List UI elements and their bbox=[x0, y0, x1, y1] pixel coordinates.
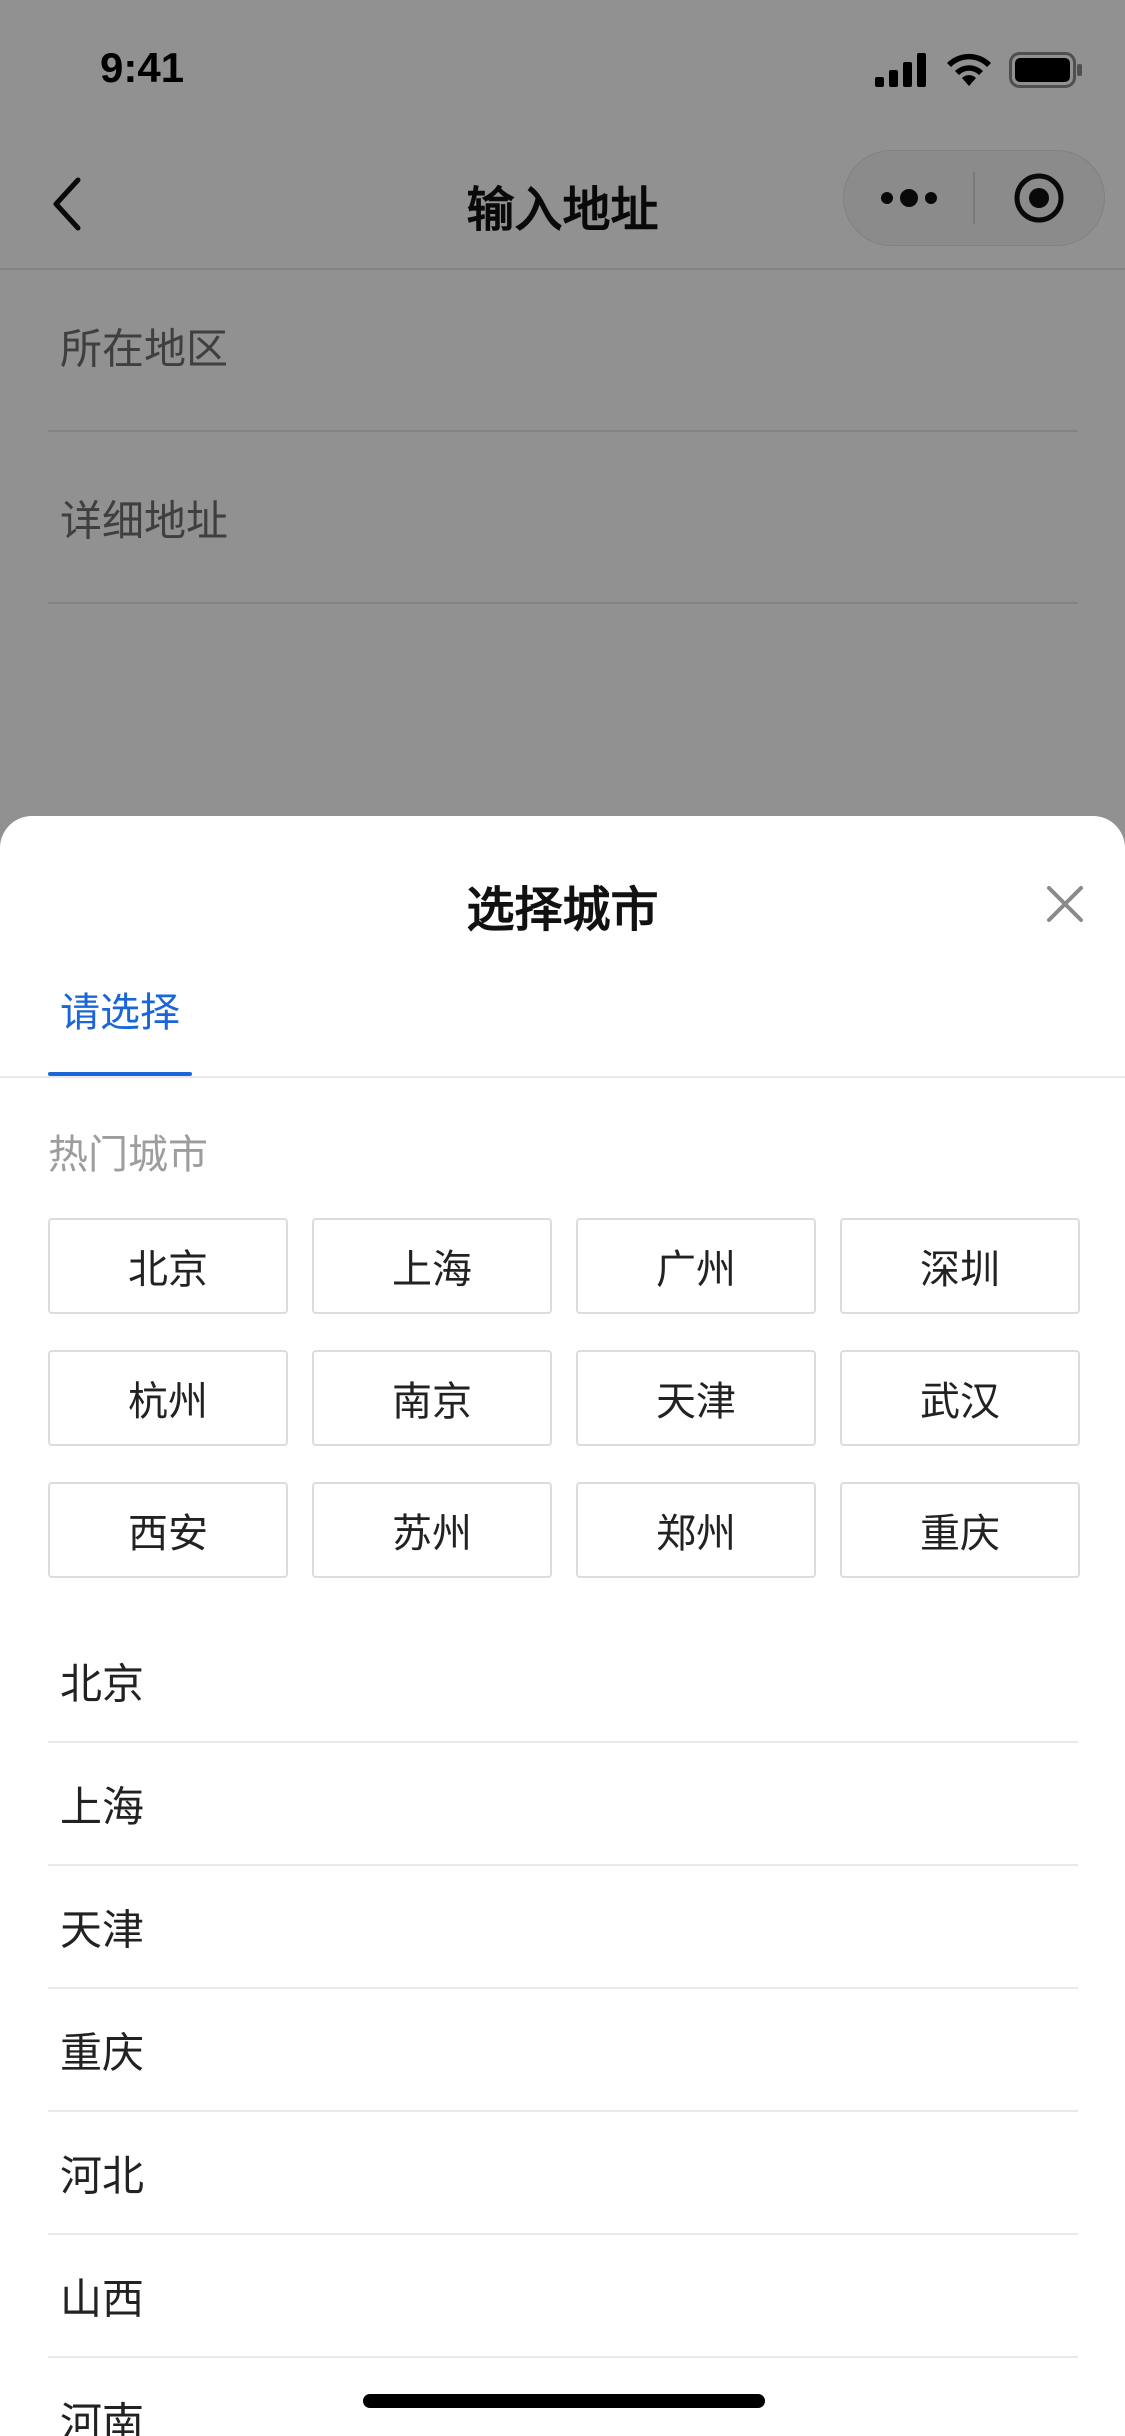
sheet-title: 选择城市 bbox=[466, 882, 659, 938]
hot-city-button[interactable]: 上海 bbox=[312, 1218, 552, 1314]
region-label: 河南 bbox=[60, 2398, 145, 2436]
tab-label: 请选择 bbox=[60, 990, 180, 1036]
hot-city-button[interactable]: 北京 bbox=[48, 1218, 288, 1314]
region-label: 上海 bbox=[60, 1782, 145, 1831]
hot-cities-title: 热门城市 bbox=[48, 1132, 208, 1178]
tabs-divider bbox=[0, 1076, 1125, 1078]
region-list-item[interactable]: 山西 bbox=[48, 2235, 1078, 2358]
hot-city-button[interactable]: 广州 bbox=[576, 1218, 816, 1314]
region-list-item[interactable]: 天津 bbox=[48, 1866, 1078, 1989]
region-list-item[interactable]: 重庆 bbox=[48, 1989, 1078, 2112]
hot-city-button[interactable]: 杭州 bbox=[48, 1350, 288, 1446]
hot-city-button[interactable]: 苏州 bbox=[312, 1482, 552, 1578]
region-label: 重庆 bbox=[60, 2028, 145, 2077]
hot-city-button[interactable]: 南京 bbox=[312, 1350, 552, 1446]
hot-city-button[interactable]: 深圳 bbox=[840, 1218, 1080, 1314]
region-list-item[interactable]: 上海 bbox=[48, 1743, 1078, 1866]
hot-city-button[interactable]: 武汉 bbox=[840, 1350, 1080, 1446]
region-label: 天津 bbox=[60, 1905, 145, 1954]
region-list-item[interactable]: 北京 bbox=[48, 1620, 1078, 1743]
hot-city-button[interactable]: 郑州 bbox=[576, 1482, 816, 1578]
city-picker-sheet: 选择城市 请选择 热门城市 北京 上海 广州 深圳 杭州 南京 天津 武汉 西安… bbox=[0, 816, 1125, 2436]
hot-cities-grid: 北京 上海 广州 深圳 杭州 南京 天津 武汉 西安 苏州 郑州 重庆 bbox=[48, 1218, 1080, 1578]
hot-city-button[interactable]: 重庆 bbox=[840, 1482, 1080, 1578]
region-list-item[interactable]: 河北 bbox=[48, 2112, 1078, 2235]
tab-please-select[interactable]: 请选择 bbox=[48, 980, 192, 1076]
close-icon[interactable] bbox=[1033, 872, 1097, 936]
hot-city-button[interactable]: 西安 bbox=[48, 1482, 288, 1578]
region-label: 河北 bbox=[60, 2151, 145, 2200]
region-label: 山西 bbox=[60, 2274, 145, 2323]
region-list: 北京 上海 天津 重庆 河北 山西 河南 bbox=[48, 1620, 1078, 2436]
region-label: 北京 bbox=[60, 1659, 145, 1708]
hot-city-button[interactable]: 天津 bbox=[576, 1350, 816, 1446]
home-indicator bbox=[363, 2394, 765, 2408]
